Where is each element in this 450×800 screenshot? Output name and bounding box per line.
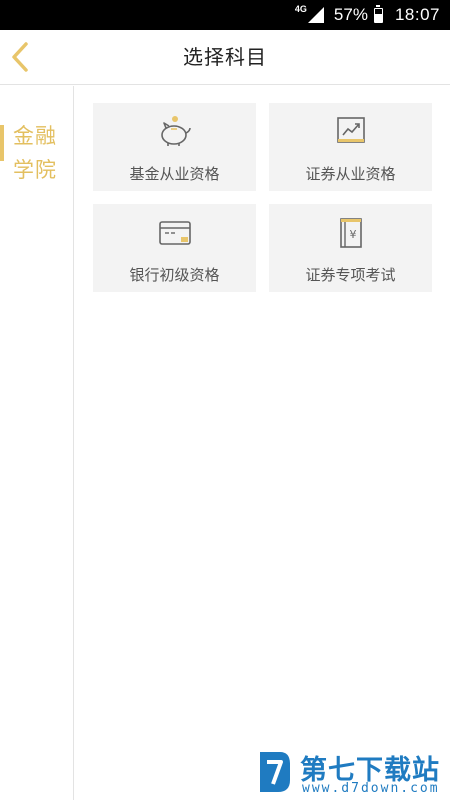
trend-chart-icon [336, 117, 365, 143]
piggy-bank-icon [160, 116, 191, 146]
battery-icon [373, 4, 383, 23]
subject-card-securities-special[interactable]: ¥ 证券专项考试 [269, 204, 432, 292]
watermark: 第七下载站 www.d7down.com [256, 748, 446, 798]
subject-card-bank[interactable]: 银行初级资格 [93, 204, 256, 292]
sidebar-item-label: 金融学院 [13, 124, 57, 182]
title-bar: 选择科目 [0, 30, 450, 85]
subject-card-securities[interactable]: 证券从业资格 [269, 103, 432, 191]
status-bar: 4G 57% 18:07 [0, 0, 450, 30]
subject-label: 银行初级资格 [129, 266, 220, 284]
clock: 18:07 [394, 5, 440, 24]
yen-book-icon: ¥ [339, 218, 362, 248]
d7-logo-icon [260, 752, 290, 792]
svg-text:¥: ¥ [349, 228, 356, 241]
network-type: 4G [294, 4, 307, 14]
watermark-url: www.d7down.com [302, 781, 440, 796]
subject-label: 基金从业资格 [129, 165, 220, 183]
battery-percent: 57% [333, 5, 368, 24]
selected-indicator [0, 125, 4, 161]
subject-label: 证券从业资格 [305, 165, 396, 183]
page-title: 选择科目 [183, 45, 267, 69]
sidebar: 金融学院 [0, 86, 74, 800]
signal-icon [307, 7, 324, 23]
sidebar-item-finance-college[interactable]: 金融学院 [0, 119, 74, 189]
subject-label: 证券专项考试 [305, 266, 396, 284]
subject-card-fund[interactable]: 基金从业资格 [93, 103, 256, 191]
bank-card-icon [158, 221, 191, 245]
